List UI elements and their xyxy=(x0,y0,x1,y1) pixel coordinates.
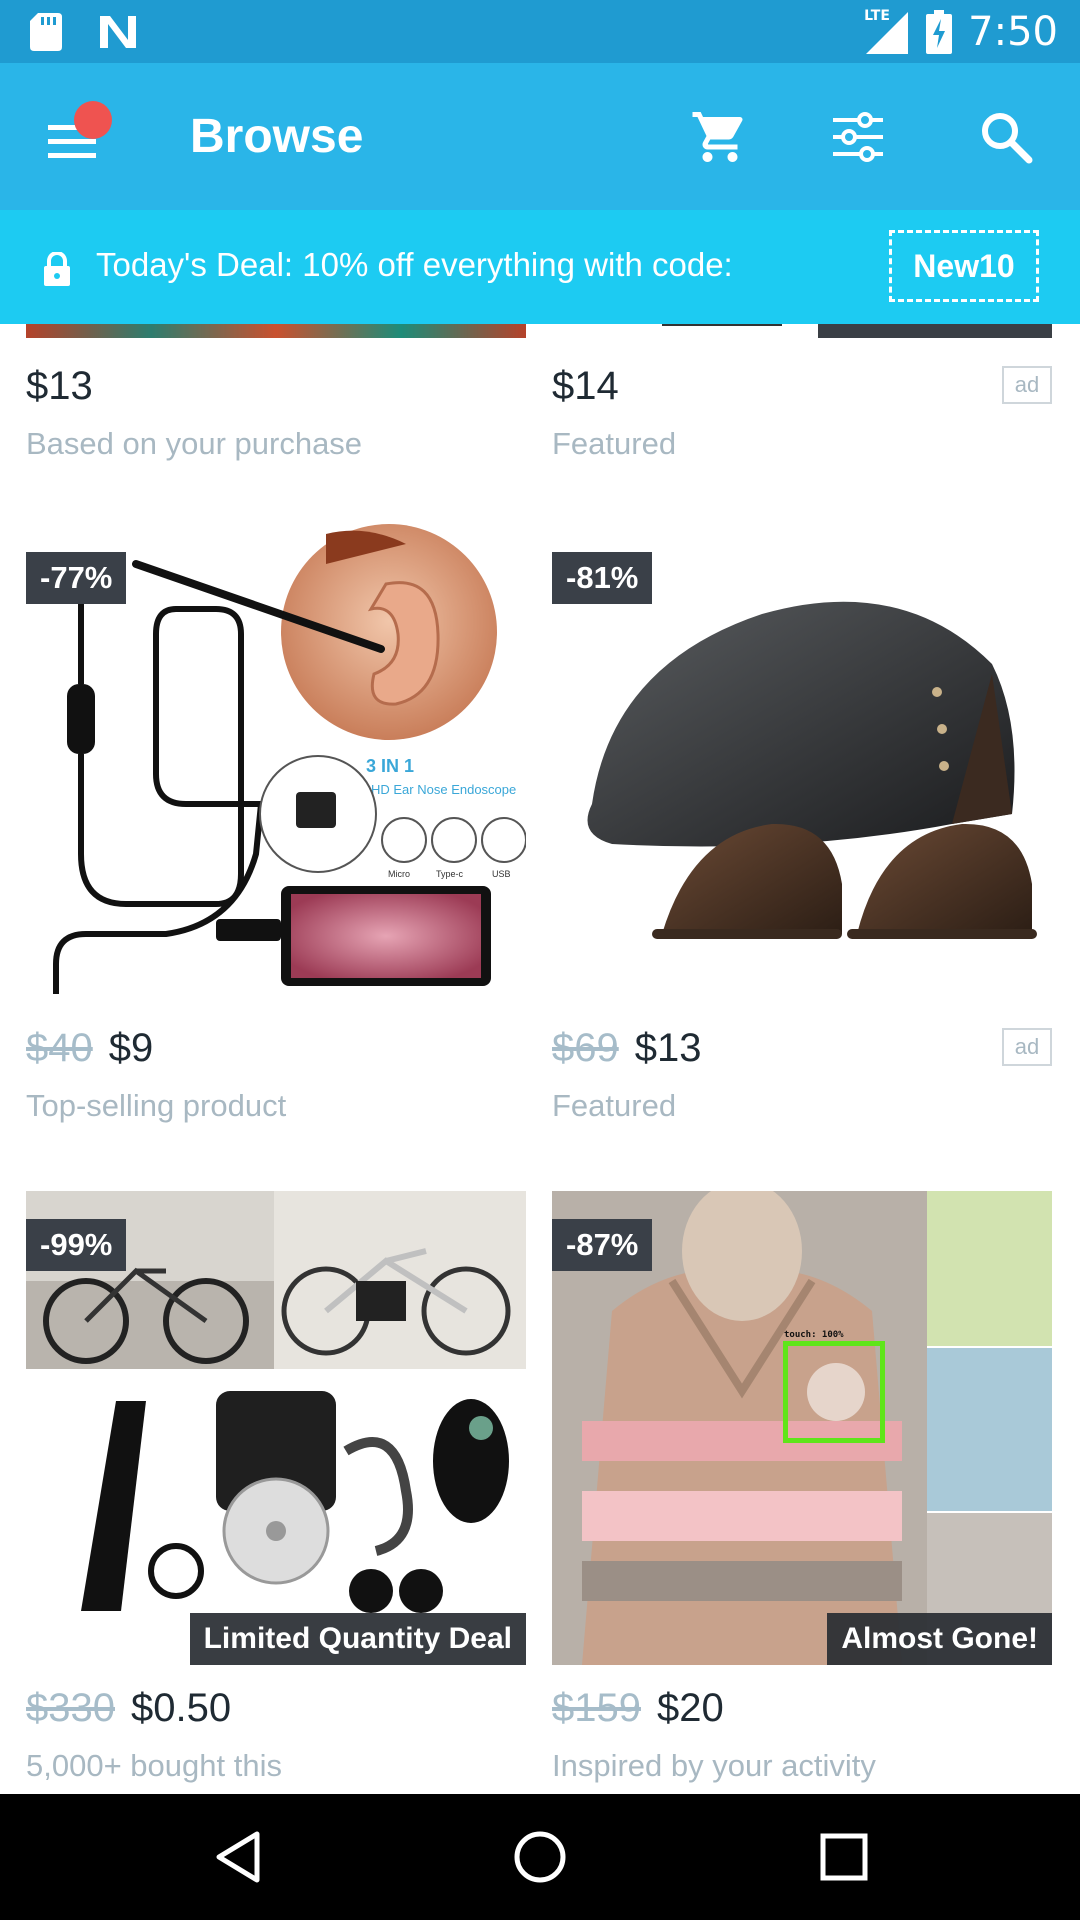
touch-indicator-label: touch: 100% xyxy=(784,1330,844,1340)
recents-button[interactable] xyxy=(814,1827,874,1887)
filter-icon xyxy=(833,112,883,162)
recents-icon xyxy=(820,1833,868,1881)
product-grid[interactable]: $13 Based on your purchase $14 ad Featur… xyxy=(0,324,1080,1794)
cart-button[interactable] xyxy=(686,103,754,171)
coupon-code[interactable]: New10 xyxy=(889,230,1039,302)
lock-icon xyxy=(44,252,70,286)
image-label: 3 IN 1 xyxy=(366,756,414,776)
product-image-ear-endoscope[interactable]: 3 IN 1 HD Ear Nose Endoscope Micro Type-… xyxy=(26,524,526,1004)
product-image-sweater[interactable]: -87% touch: 100% Almost Gone! xyxy=(552,1191,1052,1665)
status-bar: LTE 7:50 xyxy=(0,0,1080,63)
product-image-leather-cap[interactable]: -81% xyxy=(552,524,1052,1004)
price: $13 xyxy=(26,364,93,408)
product-subtitle: Featured xyxy=(552,1088,677,1123)
lte-signal-icon: LTE xyxy=(864,8,910,56)
product-subtitle: Inspired by your activity xyxy=(552,1748,876,1783)
product-subtitle: Featured xyxy=(552,426,677,461)
old-price: $159 xyxy=(552,1686,641,1730)
navigation-bar xyxy=(0,1794,1080,1920)
search-button[interactable] xyxy=(972,103,1040,171)
product-image[interactable] xyxy=(26,324,526,338)
notification-n-icon xyxy=(100,16,136,48)
filter-button[interactable] xyxy=(824,103,892,171)
price: $13 xyxy=(634,1026,702,1070)
price: $0.50 xyxy=(130,1686,232,1730)
price-line: $330 $0.50 xyxy=(26,1686,231,1731)
price-line: $13 xyxy=(26,364,93,409)
discount-badge: -77% xyxy=(26,552,127,604)
promo-label: Limited Quantity Deal xyxy=(189,1613,526,1665)
image-label: HD Ear Nose Endoscope xyxy=(371,782,516,797)
image-label: Type-c xyxy=(436,869,464,879)
product-subtitle: Top-selling product xyxy=(26,1088,287,1123)
ad-badge: ad xyxy=(1002,366,1052,404)
menu-button[interactable] xyxy=(36,101,112,173)
back-icon xyxy=(216,1831,260,1883)
price: $9 xyxy=(108,1026,154,1070)
home-button[interactable] xyxy=(510,1827,570,1887)
cart-icon xyxy=(692,112,743,162)
price-line: $14 xyxy=(552,364,619,409)
touch-point xyxy=(807,1363,865,1421)
back-button[interactable] xyxy=(208,1827,268,1887)
old-price: $40 xyxy=(26,1026,93,1070)
discount-badge: -99% xyxy=(26,1219,127,1271)
page-title: Browse xyxy=(190,110,364,163)
price-line: $159 $20 xyxy=(552,1686,724,1731)
old-price: $330 xyxy=(26,1686,115,1730)
image-label: Micro xyxy=(388,869,410,879)
product-subtitle: Based on your purchase xyxy=(26,426,363,461)
image-label: USB xyxy=(492,869,511,879)
ad-badge: ad xyxy=(1002,1028,1052,1066)
price-line: $69 $13 xyxy=(552,1026,702,1071)
price: $14 xyxy=(552,364,619,408)
sd-card-icon xyxy=(30,13,62,51)
clock: 7:50 xyxy=(968,9,1058,55)
discount-badge: -81% xyxy=(552,552,653,604)
home-icon xyxy=(514,1831,566,1883)
product-image-bike-engine-kit[interactable]: -99% Limited Quantity Deal xyxy=(26,1191,526,1665)
app-bar: Browse xyxy=(0,63,1080,210)
deal-text: Today's Deal: 10% off everything with co… xyxy=(96,246,733,283)
price: $20 xyxy=(656,1686,724,1730)
old-price: $69 xyxy=(552,1026,619,1070)
notification-dot xyxy=(74,101,112,139)
battery-charging-icon xyxy=(926,10,953,54)
deal-banner[interactable]: Today's Deal: 10% off everything with co… xyxy=(0,210,1080,324)
search-icon xyxy=(982,113,1033,164)
product-subtitle: 5,000+ bought this xyxy=(26,1748,282,1783)
promo-label: Almost Gone! xyxy=(827,1613,1052,1665)
product-image[interactable] xyxy=(552,324,1052,338)
discount-badge: -87% xyxy=(552,1219,653,1271)
price-line: $40 $9 xyxy=(26,1026,153,1071)
